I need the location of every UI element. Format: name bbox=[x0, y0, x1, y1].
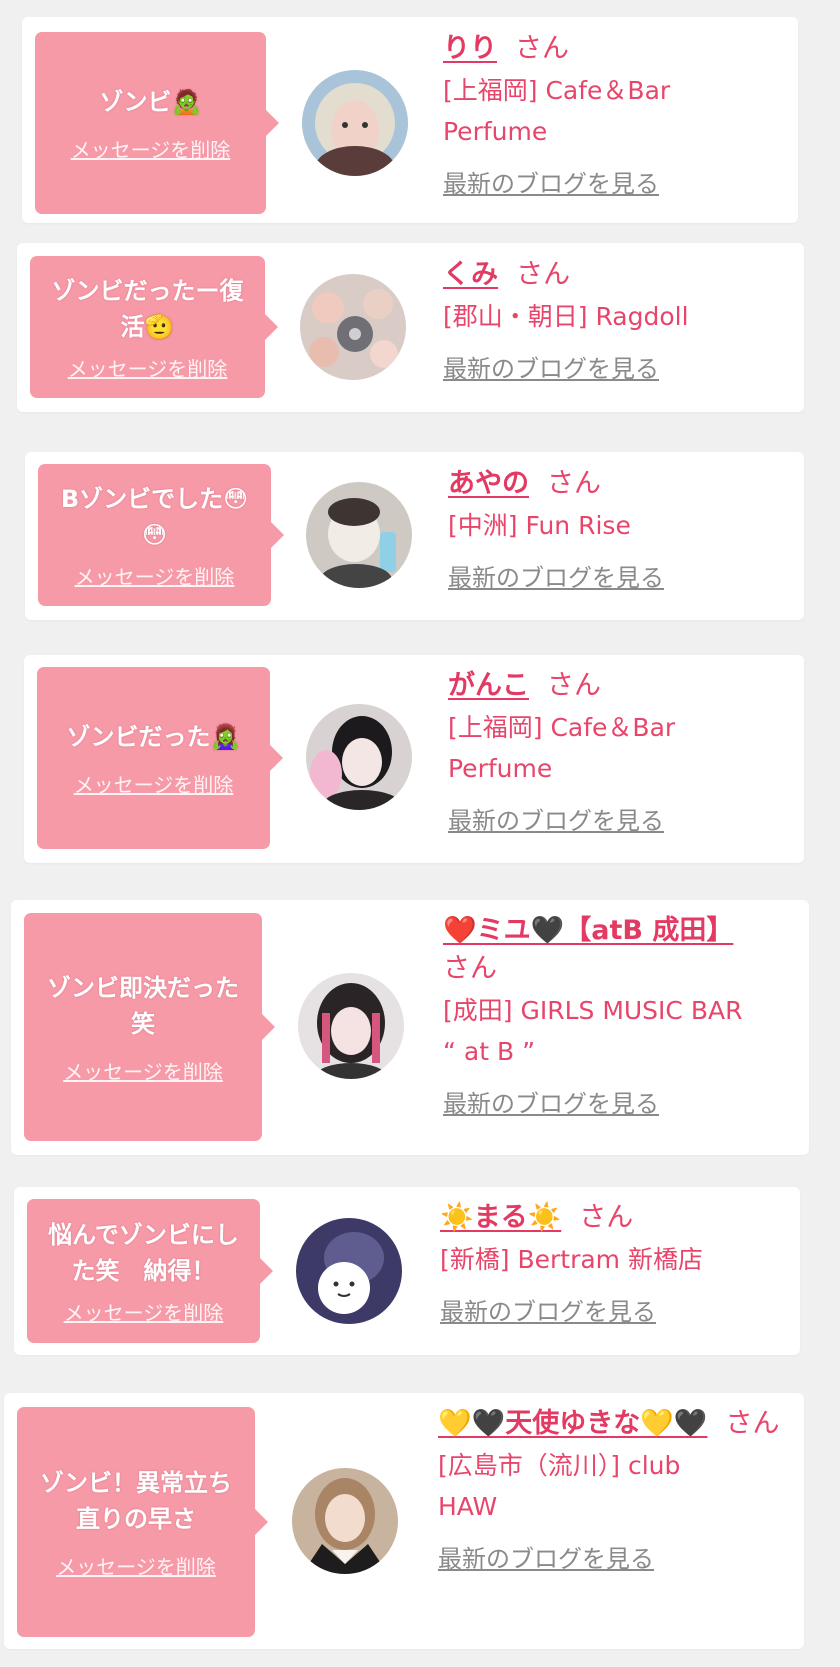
cast-name-link[interactable]: ☀️まる☀️ bbox=[440, 1202, 561, 1233]
avatar[interactable] bbox=[306, 704, 412, 810]
message-bubble: ゾンビだった🧟‍♀️ メッセージを削除 bbox=[37, 667, 283, 849]
cast-info: ❤️ミユ🖤【atB 成田】 さん [成田] GIRLS MUSIC BAR “ a… bbox=[443, 912, 803, 1119]
shop-name: [上福岡] Cafe＆Bar Perfume bbox=[448, 713, 676, 783]
shop-name: [広島市（流川）] club HAW bbox=[438, 1451, 681, 1521]
delete-message-link[interactable]: メッセージを削除 bbox=[56, 1551, 216, 1580]
cast-info: 💛🖤天使ゆきな💛🖤 さん [広島市（流川）] club HAW 最新のブログを見る bbox=[438, 1405, 800, 1574]
avatar[interactable] bbox=[296, 1218, 402, 1324]
cast-name-link[interactable]: くみ bbox=[443, 259, 498, 290]
cast-name-link[interactable]: 💛🖤天使ゆきな💛🖤 bbox=[438, 1408, 707, 1439]
delete-message-link[interactable]: メッセージを削除 bbox=[71, 134, 231, 163]
cast-name-link[interactable]: あやの bbox=[448, 468, 529, 499]
message-bubble: 悩んでゾンビにし た笑 納得！ メッセージを削除 bbox=[27, 1199, 273, 1343]
avatar[interactable] bbox=[298, 973, 404, 1079]
cast-info: ☀️まる☀️ さん [新橋] Bertram 新橋店 最新のブログを見る bbox=[440, 1199, 800, 1327]
avatar[interactable] bbox=[302, 70, 408, 176]
avatar[interactable] bbox=[300, 274, 406, 380]
message-bubble: ゾンビ！異常立ち 直りの早さ メッセージを削除 bbox=[17, 1407, 268, 1637]
delete-message-link[interactable]: メッセージを削除 bbox=[75, 561, 235, 590]
cast-name-link[interactable]: ❤️ミユ🖤【atB 成田】 bbox=[443, 915, 733, 946]
cast-name-link[interactable]: りり bbox=[443, 33, 497, 64]
cast-info: りり さん [上福岡] Cafe＆Bar Perfume 最新のブログを見る bbox=[443, 30, 783, 199]
honorific: さん bbox=[516, 259, 571, 290]
message-text: Bゾンビでした😳 😳 bbox=[60, 484, 249, 549]
honorific: さん bbox=[547, 670, 601, 701]
shop-name: [上福岡] Cafe＆Bar Perfume bbox=[443, 76, 671, 146]
delete-message-link[interactable]: メッセージを削除 bbox=[63, 1056, 223, 1085]
latest-blog-link[interactable]: 最新のブログを見る bbox=[440, 1292, 656, 1327]
message-bubble: ゾンビ即決だった笑 メッセージを削除 bbox=[24, 913, 275, 1141]
honorific: さん bbox=[443, 953, 497, 984]
avatar[interactable] bbox=[306, 482, 412, 588]
message-bubble: ゾンビだったー復 活🫡 メッセージを削除 bbox=[30, 256, 278, 398]
message-text: ゾンビ！異常立ち 直りの早さ bbox=[40, 1468, 232, 1533]
message-text: ゾンビ即決だった笑 bbox=[47, 973, 239, 1038]
message-text: 悩んでゾンビにし た笑 納得！ bbox=[48, 1220, 239, 1285]
latest-blog-link[interactable]: 最新のブログを見る bbox=[448, 558, 664, 593]
shop-name: [中洲] Fun Rise bbox=[448, 511, 631, 540]
avatar[interactable] bbox=[292, 1468, 398, 1574]
message-text: ゾンビだった🧟‍♀️ bbox=[66, 722, 241, 751]
latest-blog-link[interactable]: 最新のブログを見る bbox=[443, 1084, 659, 1119]
honorific: さん bbox=[547, 468, 601, 499]
latest-blog-link[interactable]: 最新のブログを見る bbox=[443, 164, 659, 199]
honorific: さん bbox=[515, 33, 569, 64]
delete-message-link[interactable]: メッセージを削除 bbox=[64, 1297, 224, 1326]
message-text: ゾンビ🧟 bbox=[99, 87, 202, 116]
honorific: さん bbox=[579, 1202, 634, 1233]
message-bubble: ゾンビ🧟 メッセージを削除 bbox=[35, 32, 279, 214]
latest-blog-link[interactable]: 最新のブログを見る bbox=[443, 349, 659, 384]
cast-info: くみ さん [郡山・朝日] Ragdoll 最新のブログを見る bbox=[443, 256, 783, 384]
latest-blog-link[interactable]: 最新のブログを見る bbox=[448, 801, 664, 836]
message-bubble: Bゾンビでした😳 😳 メッセージを削除 bbox=[38, 464, 284, 606]
shop-name: [成田] GIRLS MUSIC BAR “ at B ” bbox=[443, 996, 743, 1066]
cast-info: あやの さん [中洲] Fun Rise 最新のブログを見る bbox=[448, 465, 788, 593]
cast-info: がんこ さん [上福岡] Cafe＆Bar Perfume 最新のブログを見る bbox=[448, 667, 788, 836]
latest-blog-link[interactable]: 最新のブログを見る bbox=[438, 1539, 654, 1574]
honorific: さん bbox=[725, 1408, 780, 1439]
delete-message-link[interactable]: メッセージを削除 bbox=[68, 353, 228, 382]
shop-name: [新橋] Bertram 新橋店 bbox=[440, 1245, 703, 1274]
shop-name: [郡山・朝日] Ragdoll bbox=[443, 302, 689, 331]
delete-message-link[interactable]: メッセージを削除 bbox=[74, 769, 234, 798]
cast-name-link[interactable]: がんこ bbox=[448, 670, 529, 701]
message-text: ゾンビだったー復 活🫡 bbox=[51, 276, 244, 341]
